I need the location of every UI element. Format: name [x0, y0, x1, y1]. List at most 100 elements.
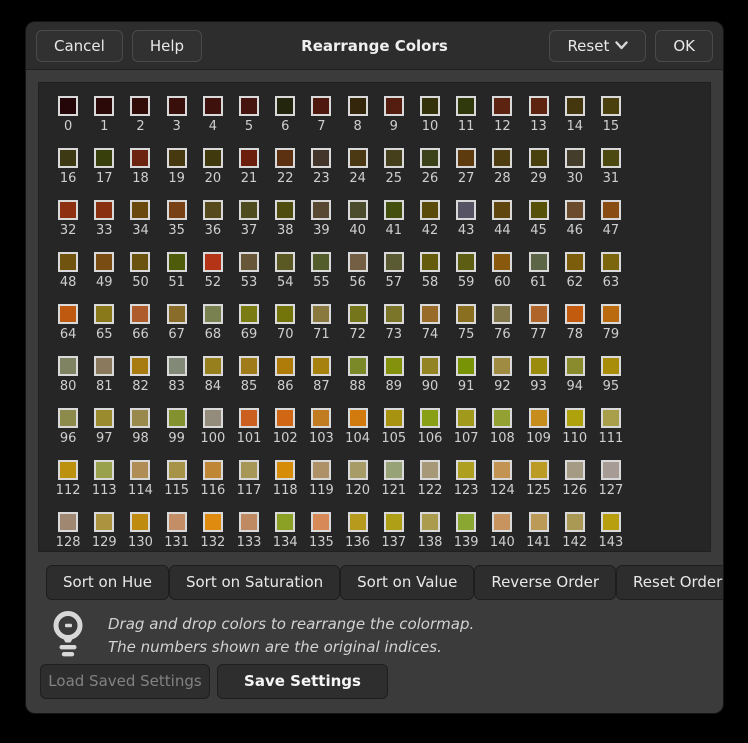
- reverse-order-button[interactable]: Reverse Order: [474, 565, 616, 600]
- colormap-swatch[interactable]: [384, 304, 404, 324]
- colormap-swatch[interactable]: [456, 96, 476, 116]
- colormap-swatch[interactable]: [348, 148, 368, 168]
- colormap-swatch[interactable]: [275, 356, 295, 376]
- help-button[interactable]: Help: [132, 30, 202, 62]
- colormap-swatch[interactable]: [167, 356, 187, 376]
- load-saved-settings-button[interactable]: Load Saved Settings: [40, 664, 210, 699]
- colormap-swatch[interactable]: [348, 96, 368, 116]
- colormap-swatch[interactable]: [94, 304, 114, 324]
- colormap-swatch[interactable]: [239, 96, 259, 116]
- colormap-swatch[interactable]: [456, 512, 476, 532]
- colormap-swatch[interactable]: [348, 512, 368, 532]
- colormap-swatch[interactable]: [601, 356, 621, 376]
- colormap-swatch[interactable]: [420, 512, 440, 532]
- colormap-swatch[interactable]: [348, 252, 368, 272]
- colormap-swatch[interactable]: [492, 460, 512, 480]
- colormap-swatch[interactable]: [94, 356, 114, 376]
- colormap-swatch[interactable]: [420, 200, 440, 220]
- colormap-swatch[interactable]: [94, 408, 114, 428]
- colormap-swatch[interactable]: [529, 252, 549, 272]
- colormap-swatch[interactable]: [529, 460, 549, 480]
- colormap-swatch[interactable]: [58, 408, 78, 428]
- colormap-swatch[interactable]: [275, 148, 295, 168]
- colormap-swatch[interactable]: [167, 512, 187, 532]
- cancel-button[interactable]: Cancel: [36, 30, 123, 62]
- colormap-swatch[interactable]: [203, 356, 223, 376]
- colormap-swatch[interactable]: [130, 148, 150, 168]
- colormap-swatch[interactable]: [529, 148, 549, 168]
- colormap-swatch[interactable]: [420, 408, 440, 428]
- colormap-swatch[interactable]: [203, 408, 223, 428]
- colormap-swatch[interactable]: [130, 200, 150, 220]
- colormap-swatch[interactable]: [130, 252, 150, 272]
- colormap-swatch[interactable]: [492, 304, 512, 324]
- colormap-swatch[interactable]: [601, 408, 621, 428]
- colormap-swatch[interactable]: [239, 304, 259, 324]
- colormap-swatch[interactable]: [167, 96, 187, 116]
- colormap-swatch[interactable]: [565, 252, 585, 272]
- colormap-swatch[interactable]: [565, 408, 585, 428]
- colormap-swatch[interactable]: [203, 148, 223, 168]
- colormap-swatch[interactable]: [456, 200, 476, 220]
- colormap-swatch[interactable]: [239, 356, 259, 376]
- colormap-swatch[interactable]: [130, 356, 150, 376]
- colormap-swatch[interactable]: [203, 252, 223, 272]
- colormap-swatch[interactable]: [384, 356, 404, 376]
- colormap-swatch[interactable]: [565, 512, 585, 532]
- colormap-swatch[interactable]: [529, 304, 549, 324]
- colormap-swatch[interactable]: [275, 512, 295, 532]
- ok-button[interactable]: OK: [655, 30, 713, 62]
- colormap-swatch[interactable]: [565, 148, 585, 168]
- colormap-swatch[interactable]: [384, 512, 404, 532]
- colormap-swatch[interactable]: [456, 460, 476, 480]
- colormap-swatch[interactable]: [492, 252, 512, 272]
- save-settings-button[interactable]: Save Settings: [217, 664, 388, 699]
- colormap-swatch[interactable]: [348, 200, 368, 220]
- colormap-swatch[interactable]: [94, 512, 114, 532]
- reset-order-button[interactable]: Reset Order: [616, 565, 723, 600]
- colormap-swatch[interactable]: [529, 96, 549, 116]
- colormap-swatch[interactable]: [456, 408, 476, 428]
- colormap-swatch[interactable]: [420, 252, 440, 272]
- colormap-swatch[interactable]: [384, 96, 404, 116]
- sort-on-value-button[interactable]: Sort on Value: [340, 565, 474, 600]
- colormap-swatch[interactable]: [456, 148, 476, 168]
- colormap-swatch[interactable]: [384, 408, 404, 428]
- colormap-swatch[interactable]: [94, 460, 114, 480]
- colormap-swatch[interactable]: [203, 304, 223, 324]
- colormap-swatch[interactable]: [384, 148, 404, 168]
- colormap-swatch[interactable]: [130, 460, 150, 480]
- colormap-swatch[interactable]: [311, 512, 331, 532]
- colormap-swatch[interactable]: [58, 96, 78, 116]
- colormap-swatch[interactable]: [565, 356, 585, 376]
- colormap-swatch[interactable]: [311, 96, 331, 116]
- colormap-swatch[interactable]: [529, 356, 549, 376]
- colormap-swatch[interactable]: [311, 304, 331, 324]
- colormap-swatch[interactable]: [239, 512, 259, 532]
- colormap-swatch[interactable]: [529, 512, 549, 532]
- colormap-swatch[interactable]: [565, 96, 585, 116]
- colormap-swatch[interactable]: [529, 200, 549, 220]
- colormap-swatch[interactable]: [130, 304, 150, 324]
- colormap-swatch[interactable]: [167, 252, 187, 272]
- colormap-swatch[interactable]: [420, 356, 440, 376]
- colormap-swatch[interactable]: [492, 200, 512, 220]
- colormap-swatch[interactable]: [58, 200, 78, 220]
- colormap-swatch[interactable]: [601, 460, 621, 480]
- colormap-swatch[interactable]: [420, 460, 440, 480]
- colormap-swatch[interactable]: [58, 512, 78, 532]
- colormap-swatch[interactable]: [311, 252, 331, 272]
- colormap-swatch[interactable]: [275, 96, 295, 116]
- sort-on-hue-button[interactable]: Sort on Hue: [46, 565, 169, 600]
- colormap-swatch[interactable]: [94, 200, 114, 220]
- colormap-swatch[interactable]: [203, 200, 223, 220]
- colormap-swatch[interactable]: [456, 304, 476, 324]
- colormap-swatch[interactable]: [420, 96, 440, 116]
- colormap-swatch[interactable]: [167, 304, 187, 324]
- colormap-swatch[interactable]: [348, 460, 368, 480]
- colormap-swatch[interactable]: [492, 512, 512, 532]
- colormap-swatch[interactable]: [601, 96, 621, 116]
- colormap-swatch[interactable]: [565, 460, 585, 480]
- colormap-swatch[interactable]: [58, 460, 78, 480]
- reset-dropdown-button[interactable]: Reset: [549, 30, 646, 62]
